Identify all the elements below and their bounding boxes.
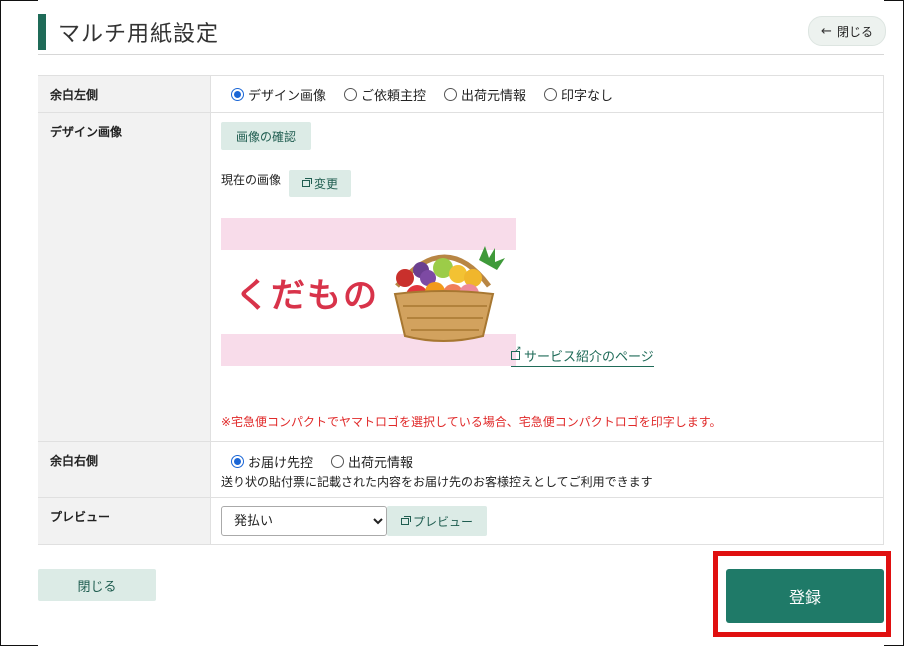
title-accent-bar: [38, 14, 46, 50]
close-top-button[interactable]: ← 閉じる: [808, 16, 886, 46]
external-link-icon: [511, 345, 522, 360]
radio-label: 出荷元情報: [461, 89, 527, 104]
preview-label: プレビュー: [38, 497, 211, 545]
radio-selected-icon: [231, 455, 244, 468]
radio-label: デザイン画像: [248, 89, 327, 104]
close-bottom-button[interactable]: 閉じる: [38, 569, 156, 601]
fruit-basket-icon: [393, 246, 505, 342]
close-top-label: 閉じる: [836, 24, 873, 39]
left-margin-options: デザイン画像 ご依頼主控 出荷元情報 印字なし: [210, 75, 884, 113]
design-image-preview: くだもの: [221, 218, 516, 366]
radio-recipient-copy[interactable]: お届け先控: [231, 452, 313, 471]
radio-selected-icon: [231, 88, 244, 101]
radio-label: お届け先控: [248, 456, 314, 471]
current-image-label: 現在の画像: [221, 173, 282, 187]
radio-unselected-icon: [344, 88, 358, 101]
radio-sender-copy[interactable]: ご依頼主控: [344, 85, 426, 104]
radio-shipper-info[interactable]: 出荷元情報: [444, 85, 526, 104]
radio-shipper-info-right[interactable]: 出荷元情報: [331, 452, 413, 471]
right-margin-label: 余白右側: [38, 441, 211, 498]
design-image-cell: 画像の確認 現在の画像 変更 くだもの ↗ サービス紹介のページ ※宅急便コンパ…: [210, 112, 884, 442]
change-image-button[interactable]: 変更: [289, 170, 351, 197]
register-button[interactable]: 登録: [726, 569, 884, 623]
header-divider: [38, 54, 884, 55]
right-margin-options: お届け先控 出荷元情報 送り状の貼付票に記載された内容をお届け先のお客様控えとし…: [210, 441, 884, 498]
radio-design-image[interactable]: デザイン画像: [231, 85, 326, 104]
change-button-label: 変更: [313, 177, 338, 191]
preview-button[interactable]: プレビュー: [387, 506, 487, 536]
left-margin-label: 余白左側: [38, 75, 211, 113]
compact-logo-warning: ※宅急便コンパクトでヤマトロゴを選択している場合、宅急便コンパクトロゴを印字しま…: [221, 415, 722, 429]
preview-cell: 発払い プレビュー: [210, 497, 884, 545]
radio-no-print[interactable]: 印字なし: [544, 85, 613, 104]
preview-button-label: プレビュー: [412, 514, 473, 529]
radio-unselected-icon: [444, 88, 458, 101]
shipping-type-select[interactable]: 発払い: [221, 506, 387, 536]
radio-unselected-icon: [544, 88, 558, 101]
radio-unselected-icon: [331, 455, 345, 468]
service-intro-link[interactable]: サービス紹介のページ: [511, 345, 654, 367]
radio-label: ご依頼主控: [361, 89, 427, 104]
radio-label: 出荷元情報: [348, 456, 414, 471]
arrow-left-icon: ←: [821, 23, 832, 39]
popup-window-icon: [301, 178, 312, 187]
radio-label: 印字なし: [561, 89, 614, 104]
right-margin-note: 送り状の貼付票に記載された内容をお届け先のお客様控えとしてご利用できます: [221, 475, 653, 489]
settings-form: 余白左側 デザイン画像 ご依頼主控 出荷元情報 印字なし デザイン画像 画像の確…: [38, 75, 884, 545]
page-title: マルチ用紙設定: [58, 22, 220, 47]
service-link-text: サービス紹介のページ: [524, 350, 654, 365]
check-image-button[interactable]: 画像の確認: [221, 122, 311, 150]
popup-window-icon: [400, 515, 411, 525]
design-image-label: デザイン画像: [38, 112, 211, 442]
